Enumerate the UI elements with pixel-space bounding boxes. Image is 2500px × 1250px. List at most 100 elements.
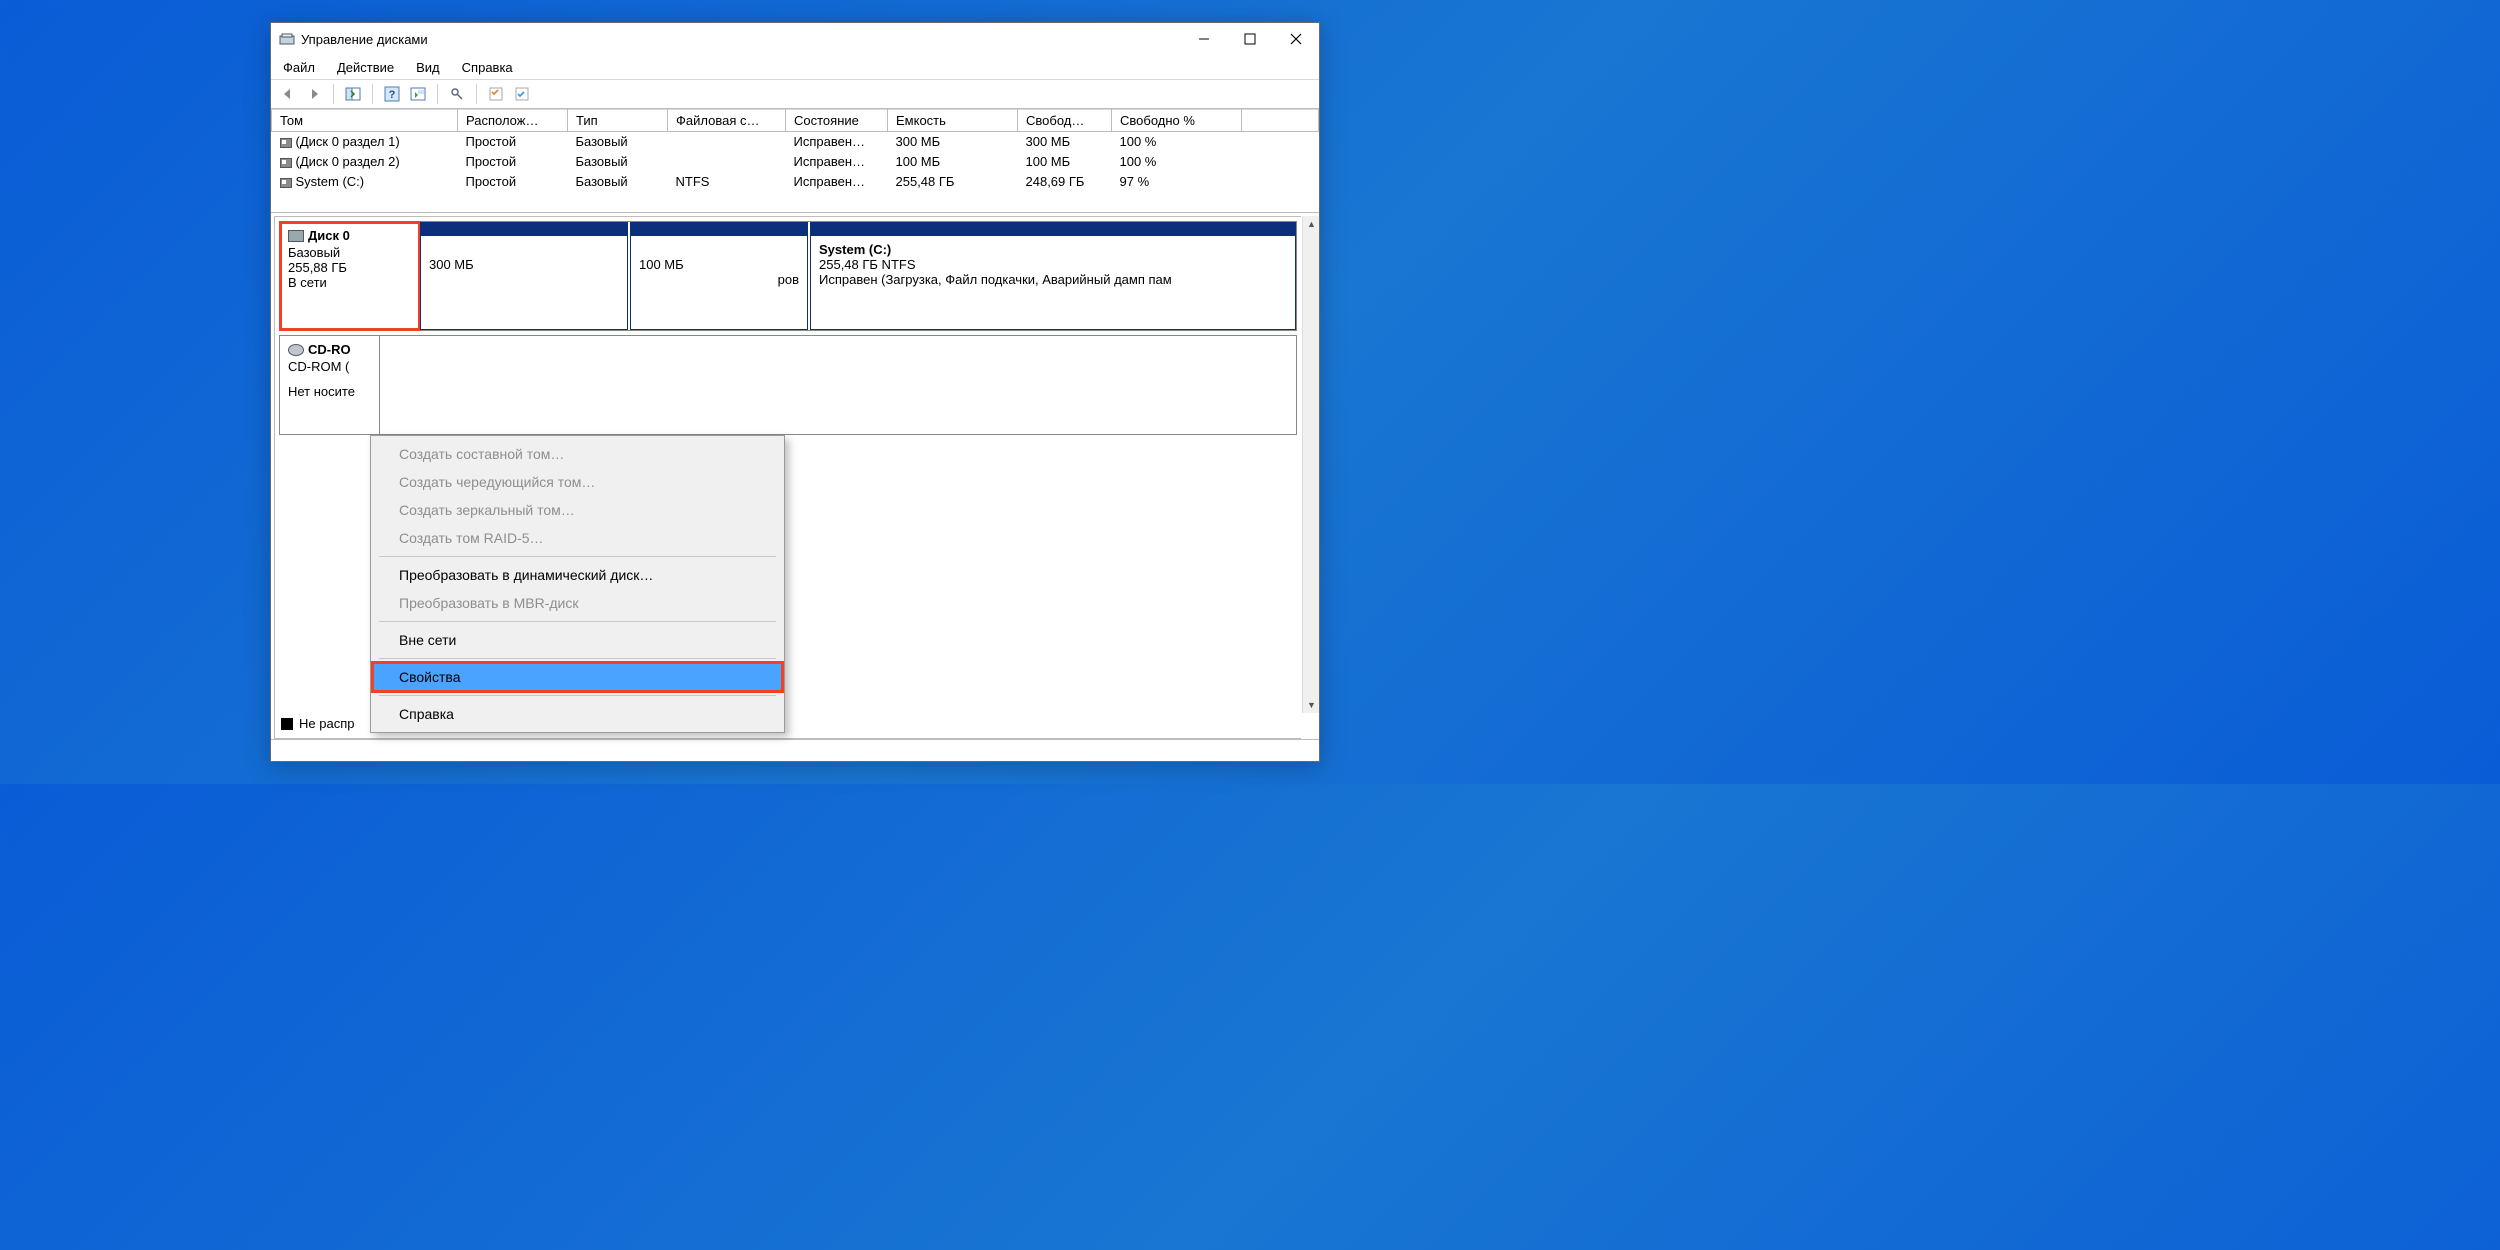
cell-freepct: 97 %: [1112, 172, 1242, 192]
disk-row-cdrom[interactable]: CD-RO CD-ROM ( Нет носите: [279, 335, 1297, 435]
legend-unallocated: Не распр: [275, 712, 360, 735]
show-hide-tree-button[interactable]: [342, 83, 364, 105]
partition-2-size: 100 МБ: [639, 257, 799, 272]
partition-2-status-suffix: ров: [639, 272, 799, 287]
window-controls: [1181, 23, 1319, 55]
close-button[interactable]: [1273, 23, 1319, 55]
partition-3-name: System (C:): [819, 242, 1287, 257]
ctx-new-striped-volume: Создать чередующийся том…: [373, 468, 782, 496]
back-button[interactable]: [277, 83, 299, 105]
svg-text:?: ?: [389, 89, 396, 101]
ctx-convert-to-dynamic[interactable]: Преобразовать в динамический диск…: [373, 561, 782, 589]
disk0-size: 255,88 ГБ: [288, 260, 411, 275]
col-spacer: [1242, 110, 1319, 132]
ctx-offline[interactable]: Вне сети: [373, 626, 782, 654]
graphical-view-button[interactable]: [511, 83, 533, 105]
volume-list: Том Располож… Тип Файловая с… Состояние …: [271, 109, 1319, 213]
cell-volume: (Диск 0 раздел 2): [296, 154, 400, 169]
forward-button[interactable]: [303, 83, 325, 105]
partition-system-c[interactable]: System (C:) 255,48 ГБ NTFS Исправен (Заг…: [810, 222, 1296, 330]
legend-unallocated-label: Не распр: [299, 716, 354, 731]
list-view-button[interactable]: [485, 83, 507, 105]
menu-file[interactable]: Файл: [279, 58, 319, 77]
partition-1[interactable]: 300 МБ: [420, 222, 628, 330]
vertical-scrollbar[interactable]: ▲ ▼: [1302, 216, 1319, 714]
ctx-properties[interactable]: Свойства: [373, 663, 782, 691]
disk0-name: Диск 0: [308, 228, 350, 243]
scroll-up-icon[interactable]: ▲: [1303, 216, 1319, 233]
partition-2[interactable]: 100 МБ ров: [630, 222, 808, 330]
menu-action[interactable]: Действие: [333, 58, 398, 77]
col-status[interactable]: Состояние: [786, 110, 888, 132]
cell-type: Базовый: [568, 152, 668, 172]
minimize-button[interactable]: [1181, 23, 1227, 55]
maximize-button[interactable]: [1227, 23, 1273, 55]
window-title: Управление дисками: [301, 32, 1181, 47]
partition-3-line2: 255,48 ГБ NTFS: [819, 257, 1287, 272]
ctx-new-mirrored-volume: Создать зеркальный том…: [373, 496, 782, 524]
cell-type: Базовый: [568, 132, 668, 152]
col-capacity[interactable]: Емкость: [888, 110, 1018, 132]
table-empty-area: [272, 192, 1319, 212]
scroll-down-icon[interactable]: ▼: [1303, 696, 1319, 713]
action-button[interactable]: [407, 83, 429, 105]
cdrom-header[interactable]: CD-RO CD-ROM ( Нет носите: [280, 336, 380, 434]
table-row[interactable]: (Диск 0 раздел 1) Простой Базовый Исправ…: [272, 132, 1319, 152]
col-volume[interactable]: Том: [272, 110, 458, 132]
ctx-separator: [379, 695, 776, 696]
volume-icon: [280, 178, 292, 188]
legend-swatch-icon: [281, 718, 293, 730]
menu-help[interactable]: Справка: [458, 58, 517, 77]
help-button[interactable]: ?: [381, 83, 403, 105]
cell-status: Исправен…: [786, 172, 888, 192]
cell-capacity: 300 МБ: [888, 132, 1018, 152]
ctx-convert-to-mbr: Преобразовать в MBR-диск: [373, 589, 782, 617]
app-icon: [279, 31, 295, 47]
ctx-separator: [379, 658, 776, 659]
cell-layout: Простой: [458, 172, 568, 192]
settings-button[interactable]: [446, 83, 468, 105]
table-row[interactable]: System (C:) Простой Базовый NTFS Исправе…: [272, 172, 1319, 192]
cell-volume: (Диск 0 раздел 1): [296, 134, 400, 149]
volume-icon: [280, 158, 292, 168]
cell-layout: Простой: [458, 132, 568, 152]
cdrom-line3: Нет носите: [288, 384, 371, 399]
col-free[interactable]: Свобод…: [1018, 110, 1112, 132]
cell-freepct: 100 %: [1112, 132, 1242, 152]
cell-free: 300 МБ: [1018, 132, 1112, 152]
col-type[interactable]: Тип: [568, 110, 668, 132]
cell-free: 248,69 ГБ: [1018, 172, 1112, 192]
cell-layout: Простой: [458, 152, 568, 172]
partition-3-line3: Исправен (Загрузка, Файл подкачки, Авари…: [819, 272, 1287, 287]
cell-fs: NTFS: [668, 172, 786, 192]
col-freepct[interactable]: Свободно %: [1112, 110, 1242, 132]
cdrom-icon: [288, 344, 304, 356]
cell-freepct: 100 %: [1112, 152, 1242, 172]
cell-fs: [668, 132, 786, 152]
table-header-row: Том Располож… Тип Файловая с… Состояние …: [272, 110, 1319, 132]
disk0-header[interactable]: Диск 0 Базовый 255,88 ГБ В сети: [280, 222, 420, 330]
ctx-help[interactable]: Справка: [373, 700, 782, 728]
ctx-separator: [379, 621, 776, 622]
menubar: Файл Действие Вид Справка: [271, 55, 1319, 79]
menu-view[interactable]: Вид: [412, 58, 444, 77]
disk-row-disk0[interactable]: Диск 0 Базовый 255,88 ГБ В сети 300 МБ 1…: [279, 221, 1297, 331]
toolbar-separator: [372, 84, 373, 104]
volume-table[interactable]: Том Располож… Тип Файловая с… Состояние …: [271, 109, 1319, 212]
titlebar: Управление дисками: [271, 23, 1319, 55]
partition-1-size: 300 МБ: [429, 257, 619, 272]
disk-icon: [288, 230, 304, 242]
table-row[interactable]: (Диск 0 раздел 2) Простой Базовый Исправ…: [272, 152, 1319, 172]
cell-type: Базовый: [568, 172, 668, 192]
cell-status: Исправен…: [786, 152, 888, 172]
col-fs[interactable]: Файловая с…: [668, 110, 786, 132]
cell-capacity: 100 МБ: [888, 152, 1018, 172]
ctx-new-spanned-volume: Создать составной том…: [373, 440, 782, 468]
ctx-new-raid5-volume: Создать том RAID-5…: [373, 524, 782, 552]
col-layout[interactable]: Располож…: [458, 110, 568, 132]
cdrom-line2: CD-ROM (: [288, 359, 371, 374]
disk0-type: Базовый: [288, 245, 411, 260]
cell-free: 100 МБ: [1018, 152, 1112, 172]
toolbar: ?: [271, 79, 1319, 109]
toolbar-separator: [333, 84, 334, 104]
